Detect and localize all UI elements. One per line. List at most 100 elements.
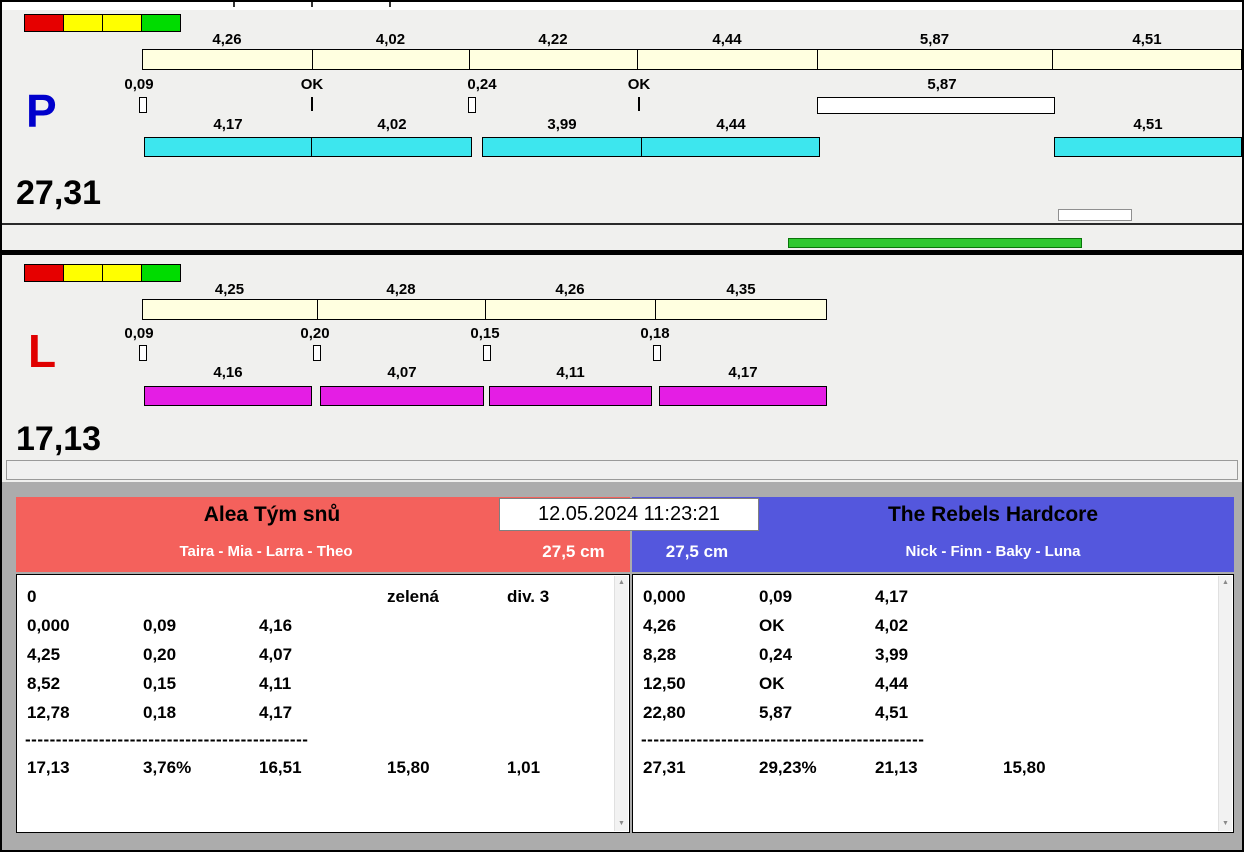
lane-separator-strip [6,460,1238,480]
status-light-yellow-icon [102,264,142,282]
table-cell: 0,18 [143,703,177,722]
split-time-label: OK [627,76,651,93]
team-left-height-label: 27,5 cm [542,542,605,561]
ref-bar-segment [312,49,470,70]
totals-row: 27,31 29,23% 21,13 15,80 [633,757,1217,781]
status-lights [24,14,181,32]
table-cell: 4,17 [259,703,293,722]
lane-letter-p: P [26,85,57,137]
window-top-edge [2,2,1242,10]
top-edge-tick [233,2,235,7]
table-cell: 0,000 [643,587,686,606]
run-time-label: 4,51 [1133,116,1163,133]
run-time-label: 4,11 [556,364,585,381]
run-time-label: 4,17 [213,116,243,133]
ref-bar-segment [469,49,638,70]
table-cell: 0,20 [143,645,177,664]
run-bar-segment [489,386,652,406]
ref-time-label: 4,25 [214,281,245,298]
results-table-right: 0,000 0,09 4,17 4,26 OK 4,02 8,28 0,24 3… [632,574,1234,833]
table-cell: 3,99 [875,645,909,664]
status-light-red-icon [24,264,64,282]
split-time-label: 0,09 [124,76,154,93]
ref-time-label: 4,28 [386,281,416,298]
table-divider: ----------------------------------------… [641,730,925,749]
table-cell: 0,15 [143,674,177,693]
table-cell: 4,51 [875,703,909,722]
scrollbar-left[interactable]: ▲ ▼ [614,576,628,831]
table-cell: 4,44 [875,674,909,693]
scroll-up-icon[interactable]: ▲ [618,579,625,587]
table-row: 12,78 0,18 4,17 [17,702,613,726]
ref-time-label: 4,44 [712,31,742,48]
split-tick [139,345,147,361]
ref-time-label: 4,51 [1132,31,1162,48]
scroll-down-icon[interactable]: ▼ [618,820,625,828]
run-bar-segment [1054,137,1242,157]
team-right-name: The Rebels Hardcore [887,503,1099,526]
table-row: 0,000 0,09 4,16 [17,615,613,639]
ref-bar-segment [817,49,1053,70]
results-table-left: 0 zelená div. 3 0,000 0,09 4,16 4,25 0,2… [16,574,630,833]
progress-green-bar [788,238,1082,248]
run-bar-segment [320,386,484,406]
table-cell: 4,16 [259,616,293,635]
run-bar-segment [659,386,827,406]
table-cell: 4,25 [27,645,61,664]
split-tick [313,345,321,361]
ref-time-label: 4,26 [555,281,585,298]
table-cell: 1,01 [507,758,541,777]
run-time-label: 4,02 [377,116,407,133]
ref-time-label: 4,35 [726,281,756,298]
lane-l-total-time: 17,13 [16,420,102,458]
status-light-yellow-icon [63,14,103,32]
run-bar-segment [641,137,820,157]
table-cell: 4,07 [259,645,293,664]
split-duration-bar [817,97,1055,114]
scroll-up-icon[interactable]: ▲ [1222,579,1229,587]
ref-bar-segment [142,49,313,70]
table-cell: 17,13 [27,758,70,777]
table-cell: zelená [387,587,439,606]
table-cell: div. 3 [507,587,550,606]
totals-row: 17,13 3,76% 16,51 15,80 1,01 [17,757,613,781]
ref-bar-segment [1052,49,1242,70]
table-cell: 16,51 [259,758,302,777]
table-row: 0,000 0,09 4,17 [633,586,1217,610]
split-tick [311,97,313,111]
status-light-green-icon [141,14,181,32]
ref-time-label: 4,02 [375,31,406,48]
table-cell: 15,80 [387,758,430,777]
table-row: 8,52 0,15 4,11 [17,673,613,697]
status-light-yellow-icon [63,264,103,282]
table-row: 4,26 OK 4,02 [633,615,1217,639]
ref-bar-segment [637,49,818,70]
table-row: 22,80 5,87 4,51 [633,702,1217,726]
table-cell: 8,28 [643,645,677,664]
timing-app-window: 4,26 4,02 4,22 4,44 5,87 4,51 0,09 OK 0,… [0,0,1244,852]
ref-time-label: 4,26 [212,31,242,48]
table-cell: 22,80 [643,703,686,722]
split-time-label: 0,15 [470,325,500,342]
table-cell: 0 [27,587,37,606]
split-time-label: 0,20 [300,325,330,342]
lane-p-total-time: 27,31 [16,174,102,212]
table-cell: 0,24 [759,645,793,664]
table-cell: 4,11 [259,674,292,693]
lane-letter-l: L [28,325,57,377]
run-time-label: 4,07 [387,364,417,381]
ref-time-label: 4,22 [538,31,568,48]
scroll-down-icon[interactable]: ▼ [1222,820,1229,828]
table-divider-row: ----------------------------------------… [633,729,1217,753]
divider-line [2,223,1242,225]
panel-separator [2,250,1242,255]
split-time-label: 0,09 [124,325,154,342]
table-cell: 12,78 [27,703,70,722]
run-time-label: 4,44 [716,116,746,133]
team-right-height-label: 27,5 cm [665,542,729,561]
table-cell: 0,09 [143,616,177,635]
run-time-label: 4,16 [213,364,243,381]
run-bar-segment [311,137,472,157]
table-cell: 4,02 [875,616,909,635]
scrollbar-right[interactable]: ▲ ▼ [1218,576,1232,831]
